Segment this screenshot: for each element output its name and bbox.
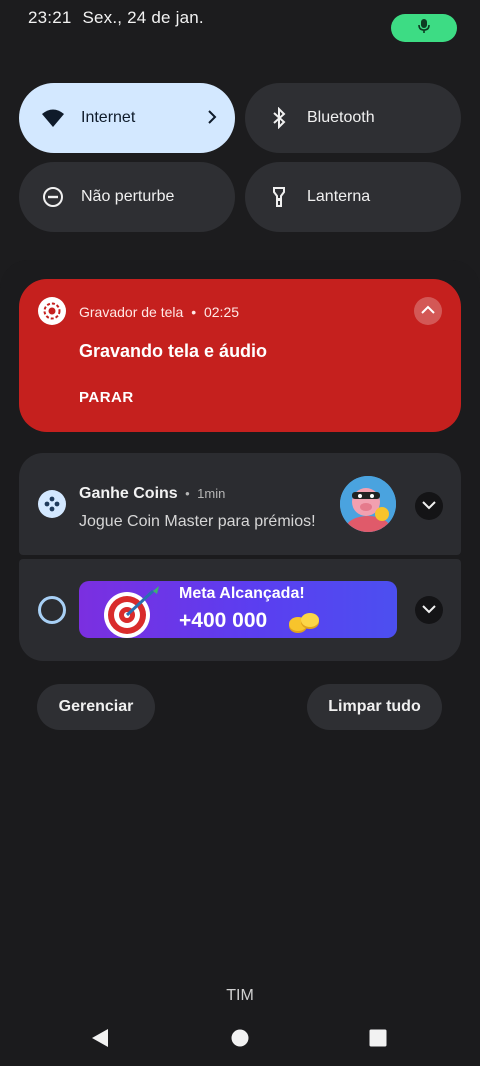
screen-recorder-notification[interactable]: Gravador de tela • 02:25 Gravando tela e… bbox=[19, 279, 461, 432]
tile-bluetooth-label: Bluetooth bbox=[307, 109, 375, 126]
stop-recording-button[interactable]: PARAR bbox=[79, 389, 134, 406]
mic-in-use-indicator[interactable] bbox=[391, 14, 457, 42]
notification-group: Ganhe Coins • 1min Jogue Coin Master par… bbox=[19, 453, 461, 661]
tile-do-not-disturb[interactable]: Não perturbe bbox=[19, 162, 235, 232]
coin-master-avatar bbox=[340, 476, 396, 532]
chevron-up-icon bbox=[421, 302, 435, 320]
chevron-down-icon bbox=[422, 601, 436, 619]
clear-all-button[interactable]: Limpar tudo bbox=[307, 684, 442, 730]
notification-time: 1min bbox=[197, 486, 226, 501]
chevron-down-icon bbox=[422, 497, 436, 515]
banner-value: +400 000 bbox=[179, 609, 268, 632]
reward-banner-image: Meta Alcançada! +400 000 bbox=[79, 581, 397, 638]
home-icon[interactable] bbox=[231, 1029, 249, 1052]
carrier-label: TIM bbox=[226, 987, 254, 1004]
recorder-timer: 02:25 bbox=[203, 304, 240, 320]
banner-title: Meta Alcançada! bbox=[179, 585, 305, 602]
tile-do-not-disturb-label: Não perturbe bbox=[81, 188, 175, 205]
manage-button[interactable]: Gerenciar bbox=[37, 684, 155, 730]
tile-flashlight[interactable]: Lanterna bbox=[245, 162, 461, 232]
tile-internet-label: Internet bbox=[81, 109, 136, 126]
collapse-notification-button[interactable] bbox=[414, 297, 442, 325]
do-not-disturb-icon bbox=[39, 183, 67, 211]
recorder-app-name: Gravador de tela • 02:25 bbox=[79, 304, 240, 320]
target-icon bbox=[97, 585, 167, 638]
game-controller-icon bbox=[38, 490, 66, 518]
tile-internet[interactable]: Internet bbox=[19, 83, 235, 153]
notification-text: Jogue Coin Master para prémios! bbox=[79, 513, 316, 530]
tile-bluetooth[interactable]: Bluetooth bbox=[245, 83, 461, 153]
screen-record-icon bbox=[38, 297, 66, 325]
back-icon[interactable] bbox=[91, 1028, 109, 1053]
notification-title: Ganhe Coins bbox=[79, 485, 178, 502]
clock: 23:21 bbox=[28, 8, 72, 27]
notification-ganhe-coins[interactable]: Ganhe Coins • 1min Jogue Coin Master par… bbox=[19, 453, 461, 555]
status-bar: 23:21 Sex., 24 de jan. bbox=[28, 8, 210, 28]
bluetooth-icon bbox=[265, 104, 293, 132]
expand-notification-button[interactable] bbox=[415, 492, 443, 520]
wifi-icon bbox=[39, 104, 67, 132]
notification-meta-alcancada[interactable]: Meta Alcançada! +400 000 bbox=[19, 559, 461, 661]
chevron-right-icon bbox=[207, 107, 217, 130]
expand-notification-button[interactable] bbox=[415, 596, 443, 624]
tile-flashlight-label: Lanterna bbox=[307, 188, 371, 205]
ring-icon bbox=[38, 596, 66, 624]
recorder-title: Gravando tela e áudio bbox=[79, 341, 268, 361]
notification-header: Ganhe Coins • 1min bbox=[79, 485, 226, 502]
coins-icon bbox=[287, 609, 321, 638]
date: Sex., 24 de jan. bbox=[82, 8, 204, 27]
recents-icon[interactable] bbox=[369, 1029, 387, 1052]
flashlight-icon bbox=[265, 183, 293, 211]
mic-icon bbox=[417, 18, 431, 39]
